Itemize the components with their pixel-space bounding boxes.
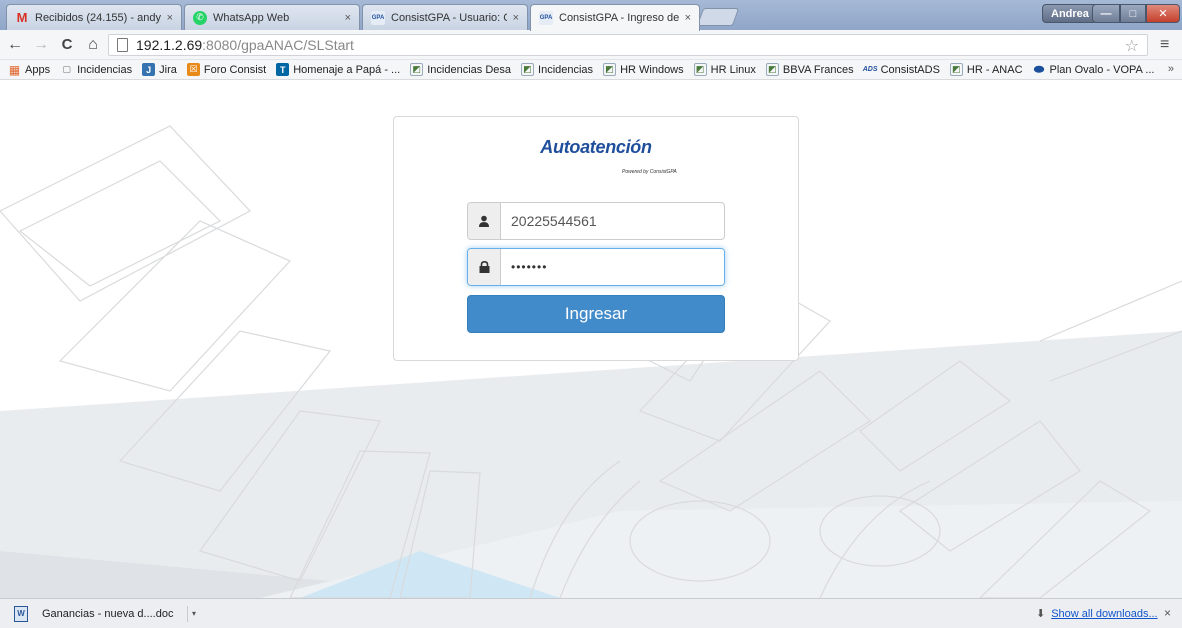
user-icon (468, 203, 501, 239)
page-icon: ▢ (62, 64, 71, 74)
tab-consistgpa-usuario[interactable]: GPA ConsistGPA - Usuario: CO × (362, 4, 528, 30)
bookmarks-bar: ▦ Apps ▢ Incidencias J Jira ☒ Foro Consist T… (0, 60, 1182, 80)
bookmark-label: Incidencias Desa (427, 63, 512, 76)
word-document-icon: W (14, 605, 28, 622)
back-button[interactable]: ← (4, 34, 26, 56)
bookmarks-overflow-icon[interactable]: » (1168, 63, 1174, 75)
trello-icon: T (276, 63, 290, 76)
bookmark-hr-linux[interactable]: ◩ HR Linux (693, 63, 756, 76)
login-card: Autoatención Powered by ConsistGPA Ingre… (393, 116, 799, 361)
download-arrow-icon: ⬇ (1036, 608, 1046, 620)
bookmark-incidencias-desa[interactable]: ◩ Incidencias Desa (410, 63, 511, 76)
browser-toolbar: ← → C ⌂ 192.1.2.69 :8080/gpaANAC/SLStart… (0, 30, 1182, 60)
bookmark-label: HR Windows (620, 63, 684, 76)
gpa-icon: GPA (539, 11, 553, 25)
tab-gmail[interactable]: M Recibidos (24.155) - andyl × (6, 4, 182, 30)
bookmark-label: Incidencias (538, 63, 594, 76)
bookmark-label: Incidencias (77, 63, 133, 76)
download-item[interactable]: W Ganancias - nueva d....doc ▾ (8, 603, 205, 625)
tab-consistgpa-ingreso[interactable]: GPA ConsistGPA - Ingreso de U × (530, 4, 700, 31)
chart-icon: ◩ (521, 63, 535, 76)
tab-close-icon[interactable]: × (345, 12, 351, 24)
window-titlebar: M Recibidos (24.155) - andyl × ✆ WhatsAp… (0, 0, 1182, 31)
ford-icon: ⬬ (1033, 62, 1045, 76)
download-menu-caret-icon[interactable]: ▾ (187, 605, 199, 622)
logo-title: Autoatención (540, 137, 652, 157)
bookmark-label: Plan Ovalo - VOPA ... (1049, 63, 1155, 76)
chart-icon: ◩ (410, 63, 424, 76)
reload-button[interactable]: C (56, 34, 78, 56)
page-icon (117, 38, 128, 52)
tab-title: WhatsApp Web (213, 11, 290, 24)
bookmark-label: HR - ANAC (966, 63, 1023, 76)
download-shelf: W Ganancias - nueva d....doc ▾ ⬇ Show al… (0, 598, 1182, 628)
chart-icon: ◩ (949, 63, 963, 76)
bookmark-label: BBVA Frances (782, 63, 854, 76)
home-button[interactable]: ⌂ (82, 34, 104, 56)
gmail-icon: M (16, 10, 28, 25)
close-window-button[interactable]: ✕ (1146, 4, 1180, 23)
tab-title: Recibidos (24.155) - andyl (35, 11, 161, 24)
bookmark-label: HR Linux (710, 63, 756, 76)
apps-grid-icon: ▦ (8, 62, 21, 77)
bookmark-jira[interactable]: J Jira (142, 63, 177, 76)
tab-close-icon[interactable]: × (685, 12, 691, 24)
bookmark-hr-anac[interactable]: ◩ HR - ANAC (949, 63, 1023, 76)
ingresar-button[interactable]: Ingresar (467, 295, 725, 333)
bookmark-incidencias[interactable]: ▢ Incidencias (60, 63, 132, 76)
bookmark-hr-windows[interactable]: ◩ HR Windows (603, 63, 684, 76)
password-field (467, 248, 725, 286)
url-host: 192.1.2.69 (136, 37, 203, 53)
bookmark-label: ConsistADS (880, 63, 940, 76)
logo-subtitle: Powered by ConsistGPA (622, 169, 677, 175)
forum-icon: ☒ (186, 63, 200, 76)
bookmark-foro-consist[interactable]: ☒ Foro Consist (186, 63, 267, 76)
bookmark-label: Homenaje a Papá - ... (293, 63, 401, 76)
new-tab-button[interactable] (696, 8, 740, 26)
bookmark-label: Foro Consist (203, 63, 267, 76)
tab-title: ConsistGPA - Ingreso de U (559, 12, 679, 24)
show-all-downloads[interactable]: ⬇ Show all downloads... (1036, 607, 1158, 621)
bookmark-incidencias-2[interactable]: ◩ Incidencias (521, 63, 593, 76)
tab-whatsapp[interactable]: ✆ WhatsApp Web × (184, 4, 360, 30)
show-all-downloads-link[interactable]: Show all downloads... (1051, 608, 1157, 620)
bookmark-label: Apps (25, 63, 51, 76)
download-file-name: Ganancias - nueva d....doc (42, 607, 174, 620)
address-bar[interactable]: 192.1.2.69 :8080/gpaANAC/SLStart ☆ (108, 34, 1148, 56)
bookmark-consistads[interactable]: ADS ConsistADS (862, 63, 940, 76)
whatsapp-icon: ✆ (193, 10, 207, 25)
forward-button[interactable]: → (30, 34, 52, 56)
maximize-button[interactable]: □ (1120, 4, 1146, 23)
gpa-icon: GPA (371, 10, 385, 25)
tab-close-icon[interactable]: × (513, 12, 519, 24)
close-shelf-icon[interactable]: × (1164, 606, 1171, 620)
tab-title: ConsistGPA - Usuario: CO (391, 11, 507, 24)
bookmark-apps[interactable]: ▦ Apps (8, 62, 51, 77)
app-logo: Autoatención Powered by ConsistGPA (394, 137, 798, 175)
jira-icon: J (142, 63, 156, 76)
chart-icon: ◩ (765, 63, 779, 76)
bookmark-plan-ovalo[interactable]: ⬬ Plan Ovalo - VOPA ... (1033, 62, 1155, 76)
url-path: :8080/gpaANAC/SLStart (202, 37, 354, 53)
bookmark-bbva-frances[interactable]: ◩ BBVA Frances (765, 63, 854, 76)
password-input[interactable] (501, 249, 724, 285)
chart-icon: ◩ (693, 63, 707, 76)
chart-icon: ◩ (603, 63, 617, 76)
page-viewport: Autoatención Powered by ConsistGPA Ingre… (0, 81, 1182, 598)
menu-icon[interactable]: ≡ (1160, 36, 1169, 54)
username-input[interactable] (501, 203, 724, 239)
lock-icon (468, 249, 501, 285)
profile-button[interactable]: Andrea (1042, 4, 1098, 23)
ads-icon: ADS (862, 66, 878, 73)
bookmark-homenaje[interactable]: T Homenaje a Papá - ... (276, 63, 400, 76)
tab-close-icon[interactable]: × (167, 12, 173, 24)
minimize-button[interactable]: — (1092, 4, 1120, 23)
bookmark-label: Jira (159, 63, 177, 76)
username-field (467, 202, 725, 240)
bookmark-star-icon[interactable]: ☆ (1125, 36, 1139, 56)
